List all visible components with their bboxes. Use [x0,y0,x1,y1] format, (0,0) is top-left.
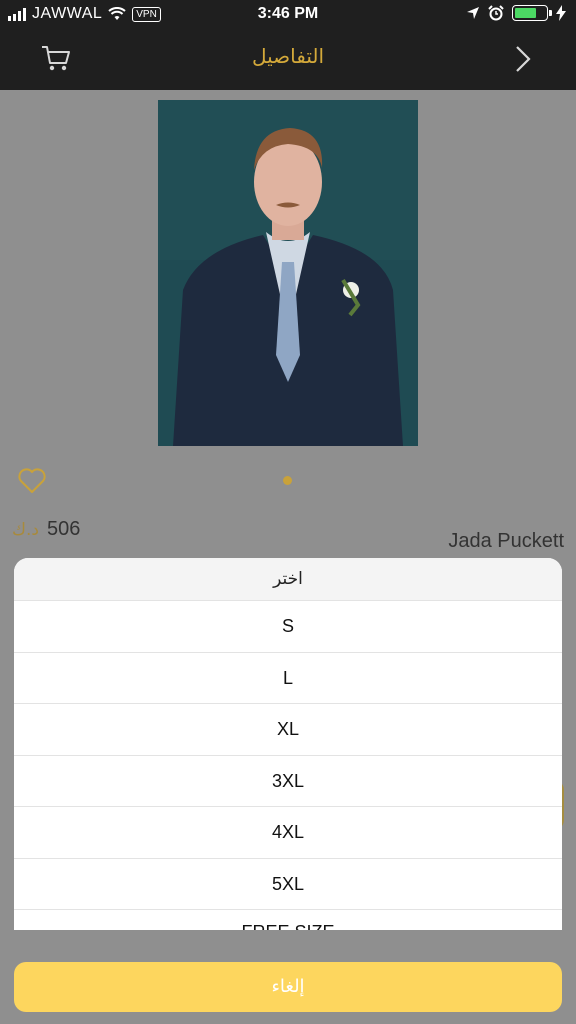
cancel-button[interactable]: إلغاء [14,962,562,1012]
seller-name: Jada Puckett [448,530,564,552]
size-picker-sheet: اختر S L XL 3XL 4XL 5XL FREE SIZE [14,558,562,930]
battery-icon [512,5,552,21]
product-image[interactable] [158,100,418,446]
size-option[interactable]: L [14,651,562,704]
alarm-icon [488,5,504,21]
price-value: 506 [47,518,81,540]
size-option[interactable]: FREE SIZE [14,909,562,930]
carousel-indicator [283,476,292,485]
size-option[interactable]: 3XL [14,754,562,807]
sheet-title: اختر [14,558,562,600]
currency-label: د.ك [12,520,39,540]
heart-icon[interactable] [18,468,46,494]
size-option[interactable]: 4XL [14,806,562,858]
charging-icon [556,5,566,21]
size-option[interactable]: 5XL [14,857,562,910]
page-title: التفاصيل [251,44,325,68]
price: د.ك 506 [12,518,80,541]
size-option[interactable]: XL [14,703,562,755]
status-bar: JAWWAL VPN 3:46 PM [0,0,576,30]
top-bar: JAWWAL VPN 3:46 PM التفاصيل [0,0,576,90]
location-icon [467,7,479,19]
nav-bar: التفاصيل [0,30,576,90]
size-option[interactable]: S [14,600,562,652]
chevron-right-icon[interactable] [514,44,532,74]
